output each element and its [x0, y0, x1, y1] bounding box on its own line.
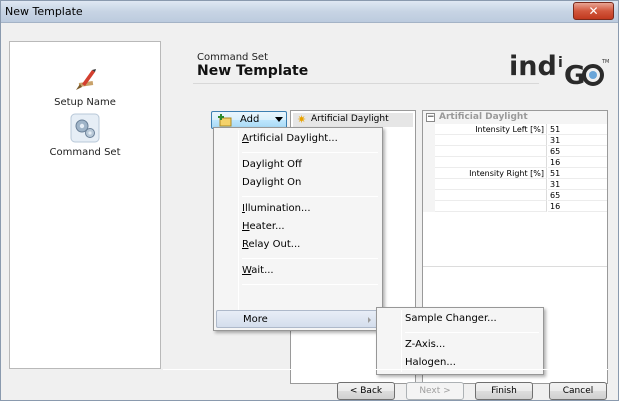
- property-value[interactable]: 51: [548, 124, 607, 135]
- property-value[interactable]: 31: [548, 179, 607, 190]
- wizard-steps-panel: Setup Name Command Set: [9, 41, 161, 369]
- menu-item-z-axis[interactable]: Z-Axis...: [379, 336, 543, 354]
- property-value[interactable]: 16: [548, 201, 607, 212]
- mnemonic-w: W: [242, 265, 252, 276]
- property-grid-divider: [423, 266, 607, 267]
- logo-trademark: TM: [602, 59, 610, 65]
- menu-item-label: Daylight On: [242, 177, 302, 188]
- property-value[interactable]: 65: [548, 146, 607, 157]
- window-title: New Template: [5, 5, 83, 18]
- property-row[interactable]: 65: [423, 146, 607, 157]
- row-gutter: [423, 124, 435, 135]
- add-command-icon: [218, 114, 232, 127]
- row-gutter: [423, 168, 435, 179]
- menu-item-label: rtificial Daylight...: [248, 133, 338, 144]
- collapse-icon[interactable]: −: [426, 113, 435, 122]
- property-row[interactable]: Intensity Left [%] 51: [423, 124, 607, 135]
- footer-divider: [163, 369, 608, 370]
- indigo-logo-mark: ind i G: [509, 51, 604, 91]
- next-button[interactable]: Next >: [406, 382, 464, 400]
- add-button-label: Add: [240, 114, 260, 125]
- menu-separator: [405, 332, 539, 333]
- property-name: [435, 135, 547, 146]
- step-command-set-label: Command Set: [49, 147, 121, 158]
- row-gutter: [423, 201, 435, 212]
- property-name: [435, 179, 547, 190]
- menu-item-label: Sample Changer...: [405, 313, 497, 324]
- property-name: Intensity Left [%]: [435, 124, 547, 135]
- menu-item-heater[interactable]: Heater...: [216, 218, 380, 236]
- property-row[interactable]: 31: [423, 179, 607, 190]
- menu-item-daylight-on[interactable]: Daylight On: [216, 174, 380, 192]
- sun-icon: ✷: [297, 113, 307, 126]
- property-name: [435, 157, 547, 168]
- finish-button[interactable]: Finish: [475, 382, 533, 400]
- list-item[interactable]: ✷ Artificial Daylight: [293, 113, 413, 127]
- menu-item-illumination[interactable]: Illumination...: [216, 200, 380, 218]
- row-gutter: [423, 190, 435, 201]
- menu-item-daylight-off[interactable]: Daylight Off: [216, 156, 380, 174]
- step-command-set[interactable]: Command Set: [10, 112, 160, 158]
- menu-item-wait[interactable]: Wait...: [216, 262, 380, 280]
- chevron-right-icon: [368, 317, 371, 323]
- row-gutter: [423, 179, 435, 190]
- title-bar[interactable]: New Template ✕: [1, 1, 618, 23]
- property-name: [435, 146, 547, 157]
- close-button[interactable]: ✕: [573, 2, 614, 20]
- property-row[interactable]: 31: [423, 135, 607, 146]
- menu-separator: [242, 258, 378, 259]
- property-name: Intensity Right [%]: [435, 168, 547, 179]
- menu-item-relay-out[interactable]: Relay Out...: [216, 236, 380, 254]
- menu-item-label: Daylight Off: [242, 159, 302, 170]
- menu-item-label: llumination...: [244, 203, 311, 214]
- property-row[interactable]: 65: [423, 190, 607, 201]
- property-value[interactable]: 16: [548, 157, 607, 168]
- property-row[interactable]: Intensity Right [%] 51: [423, 168, 607, 179]
- indigo-logo: ind i G TM: [507, 47, 610, 91]
- wizard-body: Setup Name Command Set Command Set New T…: [7, 25, 612, 400]
- back-button[interactable]: < Back: [337, 382, 395, 400]
- pen-icon: [76, 69, 96, 90]
- header-subtitle: Command Set: [197, 52, 268, 63]
- dialog-window: New Template ✕ Setup Name Command Set Co…: [0, 0, 619, 401]
- menu-item-artificial-daylight[interactable]: Artificial Daylight...: [216, 130, 380, 148]
- mnemonic-a: A: [242, 133, 249, 144]
- menu-item-more[interactable]: More: [216, 310, 380, 328]
- property-group-label: Artificial Daylight: [439, 112, 528, 122]
- menu-item-label: elay Out...: [248, 239, 301, 250]
- property-value[interactable]: 51: [548, 168, 607, 179]
- row-gutter: [423, 157, 435, 168]
- property-value[interactable]: 65: [548, 190, 607, 201]
- step-setup-name-label: Setup Name: [54, 97, 116, 108]
- menu-separator: [242, 196, 378, 197]
- menu-item-label: Z-Axis...: [405, 339, 446, 350]
- menu-item-label: More: [243, 314, 268, 325]
- step-setup-name[interactable]: Setup Name: [10, 64, 160, 108]
- mnemonic-h: H: [242, 221, 250, 232]
- gears-icon: [70, 113, 100, 143]
- row-gutter: [423, 135, 435, 146]
- property-value[interactable]: 31: [548, 135, 607, 146]
- property-group-header[interactable]: − Artificial Daylight: [423, 111, 607, 124]
- property-name: [435, 201, 547, 212]
- menu-separator: [242, 284, 378, 285]
- svg-text:i: i: [558, 55, 563, 71]
- property-row[interactable]: 16: [423, 157, 607, 168]
- chevron-down-icon: [275, 117, 283, 122]
- menu-item-label: eater...: [249, 221, 285, 232]
- more-submenu: Sample Changer... Z-Axis... Halogen...: [376, 307, 544, 375]
- cancel-button[interactable]: Cancel: [549, 382, 607, 400]
- menu-separator: [242, 152, 378, 153]
- header-divider: [193, 83, 539, 84]
- page-title: New Template: [197, 63, 309, 79]
- property-name: [435, 190, 547, 201]
- menu-item-label: ait...: [251, 265, 274, 276]
- svg-text:ind: ind: [509, 51, 557, 82]
- property-row[interactable]: 16: [423, 201, 607, 212]
- row-gutter: [423, 146, 435, 157]
- menu-item-sample-changer[interactable]: Sample Changer...: [379, 310, 543, 328]
- list-item-label: Artificial Daylight: [311, 114, 389, 124]
- add-menu: Artificial Daylight... Daylight Off Dayl…: [213, 127, 383, 331]
